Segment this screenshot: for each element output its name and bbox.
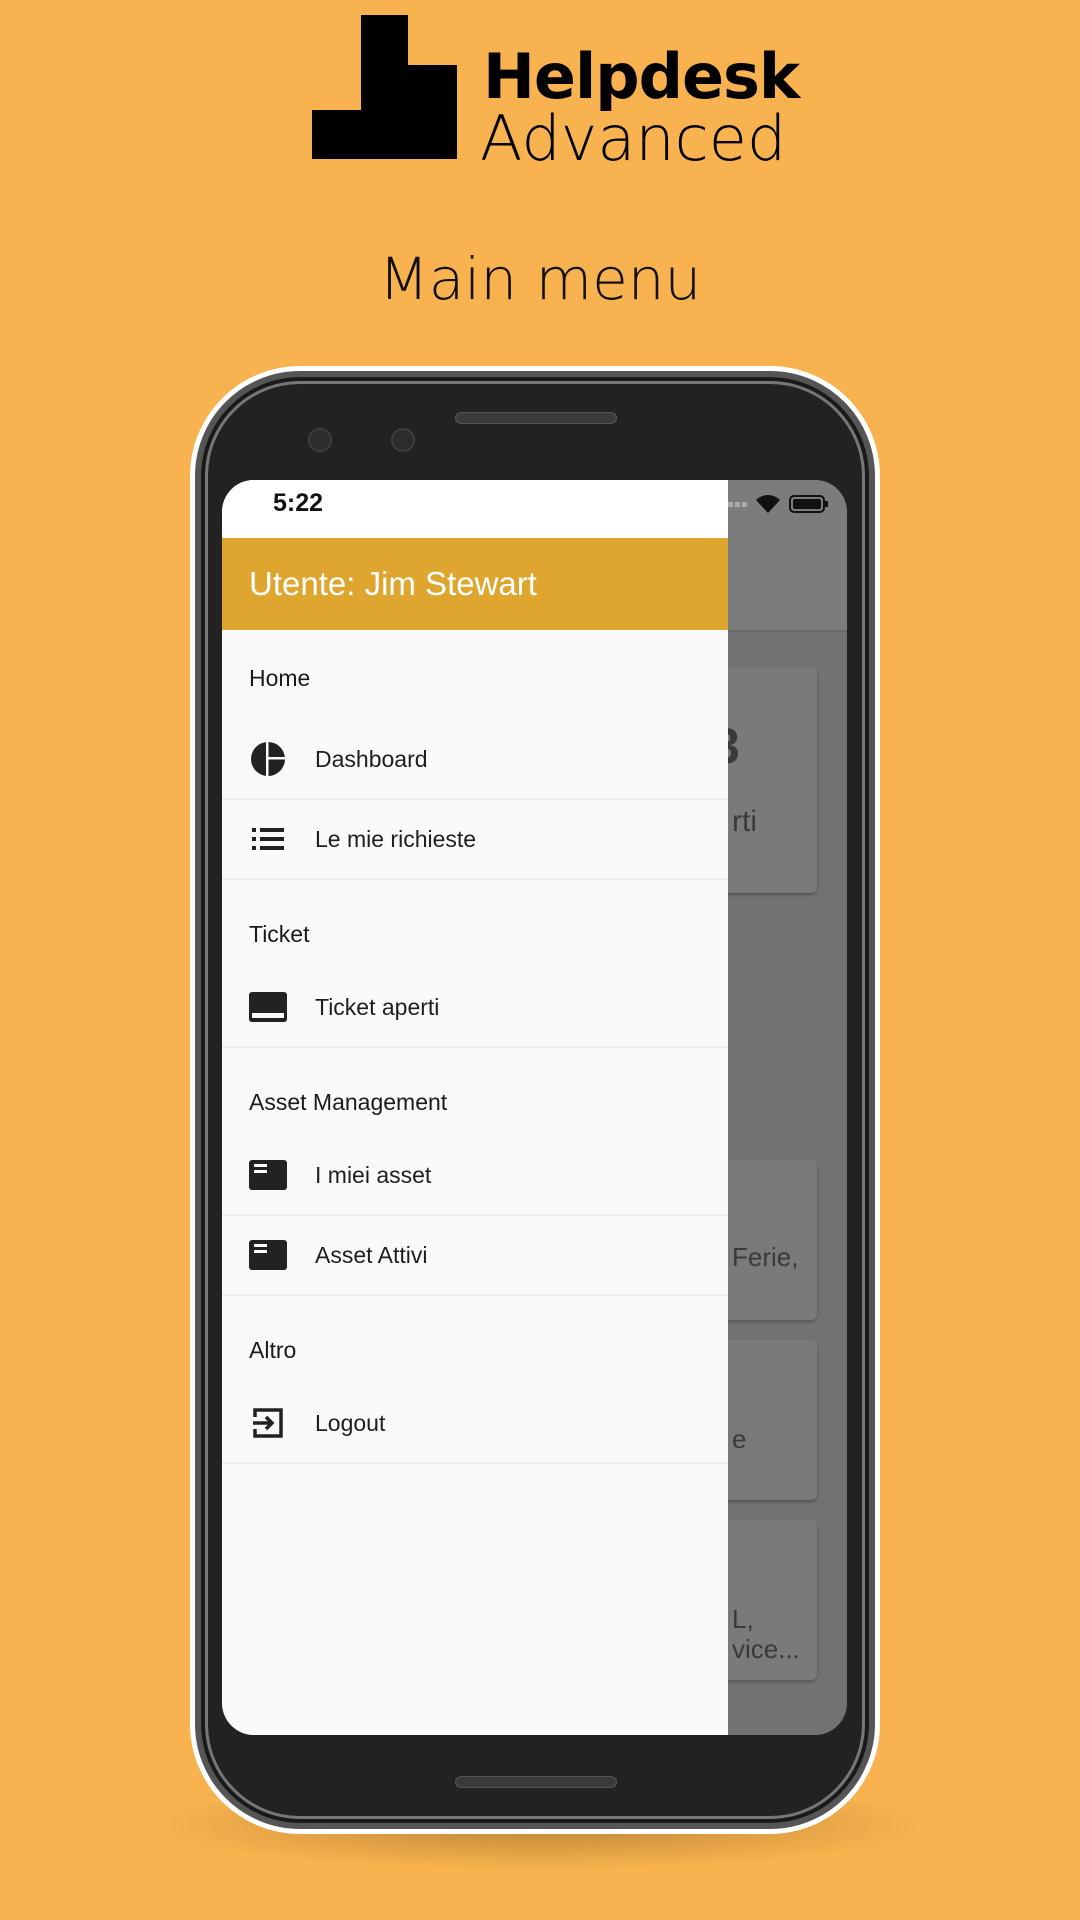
inbox-icon: [249, 988, 287, 1026]
speaker: [455, 412, 617, 424]
pie-chart-icon: [249, 740, 287, 778]
page-title: Main menu: [378, 245, 702, 313]
section-altro: Altro: [249, 1336, 297, 1363]
asset-card-icon: [249, 1156, 287, 1194]
status-bar: 5:22: [222, 480, 728, 538]
menu-item-label: Ticket aperti: [315, 993, 440, 1020]
card-text: rti: [732, 805, 757, 838]
drawer-header: Utente: Jim Stewart: [222, 538, 728, 630]
wifi-icon: [756, 495, 780, 513]
asset-card-icon: [249, 1236, 287, 1274]
menu-item-asset-attivi[interactable]: Asset Attivi: [222, 1216, 728, 1296]
section-ticket: Ticket: [249, 920, 310, 947]
list-icon: [249, 820, 287, 858]
camera-icon: [391, 428, 415, 452]
menu-item-logout[interactable]: Logout: [222, 1384, 728, 1464]
card-text: Ferie,: [732, 1242, 799, 1272]
logo-block: [407, 65, 457, 159]
status-time: 5:22: [273, 489, 324, 517]
menu-item-label: Logout: [315, 1409, 386, 1436]
logout-icon: [249, 1404, 287, 1442]
speaker: [455, 1776, 617, 1788]
logo-block: [312, 110, 362, 159]
card-text: vice...: [732, 1634, 800, 1664]
navigation-drawer: 5:22 Utente: Jim Stewart Home Dashboard …: [222, 480, 728, 1735]
phone-screen: 3 rti Ferie, e L,vice... 5:22 Utente: Ji…: [222, 480, 847, 1735]
menu-item-ticket-aperti[interactable]: Ticket aperti: [222, 968, 728, 1048]
logo-block: [361, 15, 408, 159]
menu-item-label: Le mie richieste: [315, 825, 477, 852]
card-text: e: [732, 1424, 747, 1454]
camera-icon: [308, 428, 332, 452]
battery-icon: [789, 495, 828, 513]
section-home: Home: [249, 664, 311, 691]
status-icons: [721, 494, 829, 514]
card-text: L,: [732, 1604, 754, 1634]
section-asset-management: Asset Management: [249, 1088, 448, 1115]
menu-item-label: Dashboard: [315, 745, 428, 772]
menu-item-le-mie-richieste[interactable]: Le mie richieste: [222, 800, 728, 880]
menu-item-i-miei-asset[interactable]: I miei asset: [222, 1136, 728, 1216]
menu-item-label: I miei asset: [315, 1161, 432, 1188]
menu-item-dashboard[interactable]: Dashboard: [222, 720, 728, 800]
brand-subtitle: Advanced: [480, 102, 787, 175]
menu-item-label: Asset Attivi: [315, 1241, 428, 1268]
